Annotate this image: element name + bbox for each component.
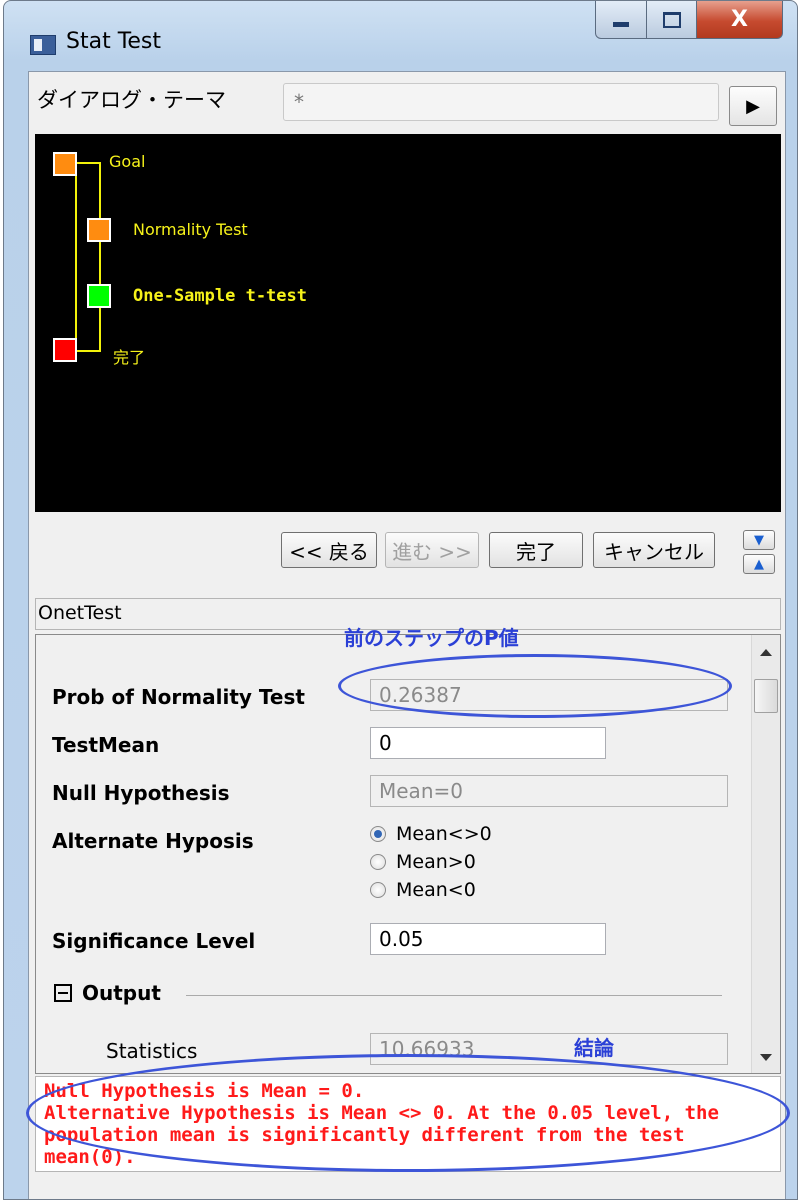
back-button[interactable]: << 戻る: [281, 532, 377, 568]
tree-connector: [99, 162, 101, 352]
tree-node-goal[interactable]: [53, 152, 77, 176]
tree-connector: [77, 350, 101, 352]
dialog-theme-field[interactable]: *: [283, 83, 719, 121]
maximize-icon: [662, 11, 681, 28]
alternate-hypothesis-label: Alternate Hyposis: [52, 829, 254, 853]
collapse-down-button[interactable]: ▼: [743, 530, 775, 550]
collapse-up-button[interactable]: ▲: [743, 554, 775, 574]
radio-icon: [370, 854, 386, 870]
testmean-input[interactable]: 0: [370, 727, 606, 759]
tree-connector: [75, 162, 77, 352]
theme-menu-button[interactable]: ▶: [729, 86, 777, 126]
conclusion-annotation: 結論: [574, 1036, 614, 1060]
stat-test-window: Stat Test X ダイアログ・テーマ * ▶ Goal Normality…: [3, 0, 798, 1200]
statistics-label: Statistics: [106, 1039, 198, 1063]
tree-connector: [77, 162, 101, 164]
title-bar[interactable]: Stat Test X: [4, 1, 797, 71]
vertical-scrollbar[interactable]: [751, 635, 780, 1073]
collapse-group-icon[interactable]: [54, 984, 72, 1002]
play-arrow-icon: ▶: [746, 95, 760, 117]
alt-option-ne[interactable]: Mean<>0: [370, 823, 492, 845]
tree-label-normality-test[interactable]: Normality Test: [133, 220, 248, 239]
output-group-label: Output: [82, 981, 161, 1005]
pvalue-annotation: 前のステップのP値: [344, 626, 519, 650]
significance-level-input[interactable]: 0.05: [370, 923, 606, 955]
alt-option-label: Mean<>0: [396, 823, 492, 845]
conclusion-highlight-ellipse: [26, 1054, 790, 1172]
app-icon: [30, 35, 56, 55]
minimize-button[interactable]: [595, 1, 647, 39]
dialog-theme-label: ダイアログ・テーマ: [37, 88, 226, 112]
null-hypothesis-field[interactable]: Mean=0: [370, 775, 728, 807]
wizard-flow-tree: Goal Normality Test One-Sample t-test 完了: [35, 134, 781, 512]
tree-label-goal[interactable]: Goal: [109, 152, 145, 171]
radio-checked-icon: [370, 826, 386, 842]
tree-node-one-sample-t-test[interactable]: [87, 284, 111, 308]
group-divider: [186, 995, 722, 996]
cancel-button[interactable]: キャンセル: [593, 532, 715, 568]
finish-button[interactable]: 完了: [489, 532, 583, 568]
testmean-label: TestMean: [52, 733, 160, 757]
alt-option-label: Mean>0: [396, 851, 476, 873]
alt-option-lt[interactable]: Mean<0: [370, 879, 476, 901]
tree-node-finish[interactable]: [53, 338, 77, 362]
maximize-button[interactable]: [647, 1, 697, 39]
null-hypothesis-label: Null Hypothesis: [52, 781, 230, 805]
prob-normality-label: Prob of Normality Test: [52, 685, 305, 709]
tree-label-finish[interactable]: 完了: [113, 344, 145, 368]
close-icon: X: [731, 7, 748, 32]
radio-icon: [370, 882, 386, 898]
pvalue-highlight-ellipse: [338, 654, 732, 718]
minimize-icon: [613, 22, 629, 27]
chevron-up-icon: ▲: [754, 556, 764, 572]
scroll-up-icon[interactable]: [760, 649, 772, 656]
scroll-down-icon[interactable]: [760, 1054, 772, 1061]
alt-option-gt[interactable]: Mean>0: [370, 851, 476, 873]
alt-option-label: Mean<0: [396, 879, 476, 901]
tree-node-normality-test[interactable]: [87, 218, 111, 242]
tree-label-one-sample-t-test[interactable]: One-Sample t-test: [133, 286, 307, 306]
chevron-down-icon: ▼: [754, 532, 764, 548]
window-title: Stat Test: [66, 29, 162, 54]
significance-level-label: Significance Level: [52, 929, 256, 953]
scroll-thumb[interactable]: [754, 679, 778, 713]
close-button[interactable]: X: [697, 1, 783, 39]
next-button[interactable]: 進む >>: [385, 532, 479, 568]
